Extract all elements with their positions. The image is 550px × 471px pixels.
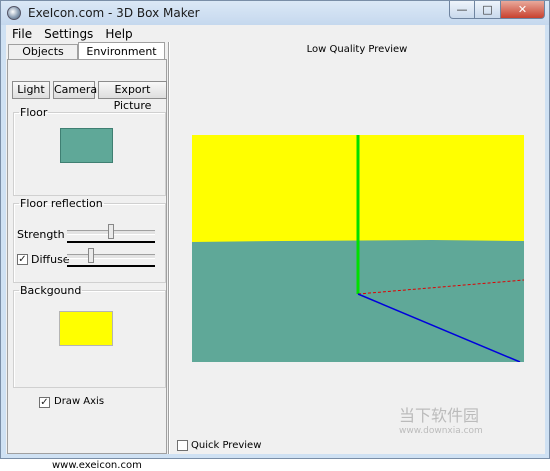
close-icon: ✕	[517, 3, 528, 16]
strength-slider-baseline	[67, 241, 155, 243]
watermark-url: www.downxia.com	[399, 426, 483, 436]
strength-slider-thumb[interactable]	[108, 224, 114, 239]
camera-button[interactable]: Camera	[53, 81, 97, 99]
app-window: ExeIcon.com - 3D Box Maker — □ ✕ File Se…	[0, 0, 550, 471]
diffuse-slider-baseline	[67, 265, 155, 267]
check-icon: ✓	[18, 254, 27, 265]
close-button[interactable]: ✕	[501, 1, 545, 19]
minimize-button[interactable]: —	[449, 1, 475, 19]
menu-file[interactable]: File	[6, 27, 38, 41]
quick-preview-checkbox[interactable]	[177, 440, 188, 451]
diffuse-slider-thumb[interactable]	[88, 248, 94, 263]
strength-slider[interactable]	[67, 224, 155, 243]
diffuse-slider[interactable]	[67, 248, 155, 267]
light-button[interactable]: Light	[12, 81, 50, 99]
background-color-swatch[interactable]	[59, 311, 113, 346]
maximize-button[interactable]: □	[475, 1, 501, 19]
diffuse-slider-track	[67, 254, 155, 259]
preview-canvas[interactable]	[192, 135, 524, 362]
tab-objects[interactable]: Objects	[8, 44, 78, 60]
draw-axis-label: Draw Axis	[54, 396, 105, 407]
floor-reflection-legend: Floor reflection	[20, 197, 103, 210]
environment-panel: Light Camera Export Picture Floor Floor …	[7, 59, 167, 471]
window-title: ExeIcon.com - 3D Box Maker	[28, 6, 200, 20]
client-area: Objects Environment Light Camera Export …	[6, 42, 545, 471]
watermark: 当下软件园 www.downxia.com	[399, 402, 483, 436]
minimize-icon: —	[456, 3, 468, 16]
check-icon: ✓	[40, 397, 49, 408]
caption-buttons: — □ ✕	[449, 1, 545, 19]
tab-environment[interactable]: Environment	[78, 42, 165, 60]
menu-bar: File Settings Help	[6, 25, 545, 42]
menu-settings[interactable]: Settings	[38, 27, 99, 41]
footer-url[interactable]: www.exeicon.com	[52, 460, 142, 471]
maximize-icon: □	[482, 3, 493, 16]
background-legend: Backgound	[20, 284, 82, 297]
export-picture-button[interactable]: Export Picture	[98, 81, 167, 112]
preview-title: Low Quality Preview	[306, 44, 408, 55]
watermark-text: 当下软件园	[399, 406, 480, 425]
title-bar[interactable]: ExeIcon.com - 3D Box Maker — □ ✕	[1, 1, 549, 25]
app-icon[interactable]	[7, 6, 21, 20]
floor-group: Floor	[13, 106, 166, 196]
floor-color-swatch[interactable]	[60, 128, 113, 163]
diffuse-checkbox[interactable]: ✓	[17, 254, 28, 265]
quick-preview-label: Quick Preview	[191, 440, 262, 451]
background-group: Backgound	[13, 284, 166, 388]
floor-legend: Floor	[20, 106, 48, 119]
draw-axis-checkbox[interactable]: ✓	[39, 397, 50, 408]
floor-reflection-group: Floor reflection Strength ✓ Diffuse	[13, 197, 166, 283]
preview-panel: Low Quality Preview Quick Preview 当下软件园 …	[169, 42, 545, 454]
strength-label: Strength	[17, 228, 65, 241]
menu-help[interactable]: Help	[99, 27, 138, 41]
diffuse-label: Diffuse	[31, 253, 70, 266]
